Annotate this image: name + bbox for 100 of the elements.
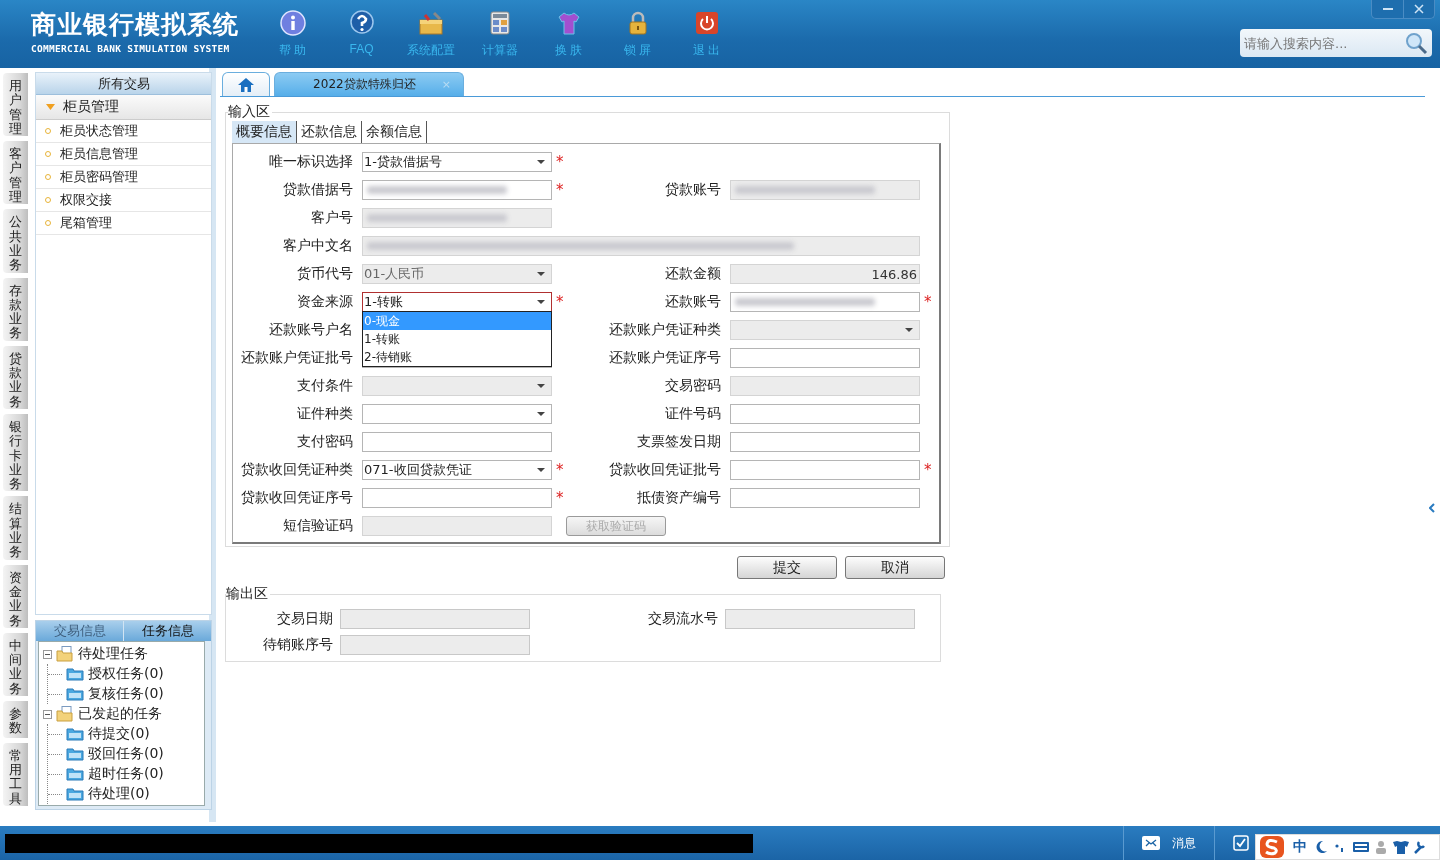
caret-icon xyxy=(537,384,545,388)
field-label: 交易流水号 xyxy=(647,610,719,628)
nav-tab[interactable]: 银行卡业务 xyxy=(3,413,28,492)
field-label: 资金来源 xyxy=(296,293,354,311)
text-field[interactable] xyxy=(725,609,915,629)
text-field[interactable] xyxy=(730,488,920,508)
nav-tab[interactable]: 贷款业务 xyxy=(3,345,28,409)
folder-icon xyxy=(56,646,74,662)
field-label: 抵债资产编号 xyxy=(636,489,722,507)
collapse-toggle-icon[interactable] xyxy=(43,649,52,659)
tree-item[interactable]: 驳回任务(0) xyxy=(88,745,164,763)
field-label: 支付条件 xyxy=(296,377,354,395)
nav-tab[interactable]: 结算业务 xyxy=(3,496,28,560)
status-item[interactable]: 消息 xyxy=(1123,826,1214,860)
toolbox-icon xyxy=(416,9,445,37)
field-label: 还款账户凭证序号 xyxy=(608,349,722,367)
field-label: 短信验证码 xyxy=(282,517,354,535)
field-label: 还款金额 xyxy=(664,265,722,283)
action-button[interactable]: 提交 xyxy=(737,556,837,579)
required-mark: * xyxy=(555,294,565,310)
required-mark: * xyxy=(555,154,565,170)
field-label: 贷款收回凭证批号 xyxy=(608,461,722,479)
folder-icon xyxy=(66,767,84,781)
page-tab[interactable]: 2022贷款特殊归还 × xyxy=(274,72,464,96)
text-field[interactable] xyxy=(730,460,920,480)
app-title: 商业银行模拟系统 xyxy=(31,10,240,40)
text-field[interactable] xyxy=(730,404,920,424)
action-button[interactable]: 取消 xyxy=(845,556,945,579)
nav-tab[interactable]: 常用工具 xyxy=(3,742,28,806)
required-mark: * xyxy=(555,462,565,478)
minimize-icon xyxy=(1382,7,1393,11)
field-label: 还款账户凭证批号 xyxy=(240,349,354,367)
folder-icon xyxy=(66,747,84,761)
field-label: 证件种类 xyxy=(296,405,354,423)
menu-group[interactable]: 柜员管理 xyxy=(36,95,211,120)
field-label: 贷款收回凭证种类 xyxy=(240,461,354,479)
tree-item[interactable]: 授权任务(0) xyxy=(88,665,164,683)
text-field[interactable] xyxy=(340,635,530,655)
home-icon xyxy=(238,77,254,92)
nav-tab[interactable]: 中间业务 xyxy=(3,632,28,696)
caret-icon xyxy=(537,300,545,304)
search-field[interactable]: 请输入搜索内容... xyxy=(1240,29,1432,57)
required-mark: * xyxy=(555,490,565,506)
close-icon xyxy=(1414,4,1424,14)
select-field[interactable]: 1-贷款借据号 xyxy=(362,152,552,172)
nav-tab[interactable]: 资金业务 xyxy=(3,564,28,628)
field-label: 还款账户凭证种类 xyxy=(608,321,722,339)
redacted-field[interactable] xyxy=(730,292,920,312)
tree-item[interactable]: 待处理任务 xyxy=(78,645,148,663)
text-field[interactable] xyxy=(340,609,530,629)
question-icon xyxy=(347,9,376,37)
info-icon xyxy=(278,9,307,37)
tree-item[interactable]: 超时任务(0) xyxy=(88,765,164,783)
field-label: 待销账序号 xyxy=(262,636,334,654)
envelope-icon xyxy=(1142,836,1160,850)
tree-item[interactable]: 待提交(0) xyxy=(88,725,150,743)
select-field[interactable]: 071-收回贷款凭证 xyxy=(362,460,552,480)
field-label: 贷款借据号 xyxy=(282,181,354,199)
collapse-toggle-icon[interactable] xyxy=(43,709,52,719)
field-label: 交易密码 xyxy=(664,377,722,395)
nav-tab[interactable]: 客户管理 xyxy=(3,141,28,205)
section-title: 输出区 xyxy=(226,585,269,603)
status-item[interactable] xyxy=(1214,826,1252,860)
folder-icon xyxy=(56,706,74,722)
chevron-left-icon xyxy=(1429,503,1435,513)
tree-item[interactable]: 已发起的任务 xyxy=(78,705,162,723)
text-field[interactable] xyxy=(730,432,920,452)
field-label: 客户中文名 xyxy=(282,237,354,255)
caret-icon xyxy=(537,160,545,164)
field-label: 支票签发日期 xyxy=(636,433,722,451)
checkbox-icon xyxy=(1233,835,1249,851)
field-label: 证件号码 xyxy=(664,405,722,423)
tree-item[interactable]: 待处理(0) xyxy=(88,785,150,803)
nav-tab[interactable]: 公共业务 xyxy=(3,209,28,273)
redacted-field[interactable] xyxy=(362,180,552,200)
text-field[interactable] xyxy=(362,488,552,508)
field-label: 客户号 xyxy=(310,209,354,227)
field-label: 还款账号 xyxy=(664,293,722,311)
tree-item[interactable]: 复核任务(0) xyxy=(88,685,164,703)
form-tab[interactable]: 概要信息 xyxy=(232,121,297,143)
text-field[interactable] xyxy=(362,432,552,452)
folder-icon xyxy=(66,667,84,681)
search-icon[interactable] xyxy=(1404,31,1428,55)
field-label: 交易日期 xyxy=(276,610,334,628)
select-field[interactable] xyxy=(362,404,552,424)
field-label: 货币代号 xyxy=(296,265,354,283)
nav-tab[interactable]: 参数 xyxy=(3,701,28,738)
field-label: 贷款账号 xyxy=(664,181,722,199)
ime-mode[interactable]: 中 xyxy=(1293,838,1307,856)
home-tab[interactable] xyxy=(222,72,270,96)
app-subtitle: COMMERCIAL BANK SIMULATION SYSTEM xyxy=(31,43,231,54)
required-mark: * xyxy=(923,462,933,478)
folder-icon xyxy=(66,687,84,701)
nav-tab[interactable]: 存款业务 xyxy=(3,277,28,341)
text-field[interactable] xyxy=(730,348,920,368)
field-label: 支付密码 xyxy=(296,433,354,451)
folder-icon xyxy=(66,787,84,801)
caret-icon xyxy=(537,412,545,416)
nav-tab[interactable]: 用户管理 xyxy=(3,73,28,137)
panel-header: 所有交易 xyxy=(36,73,211,95)
